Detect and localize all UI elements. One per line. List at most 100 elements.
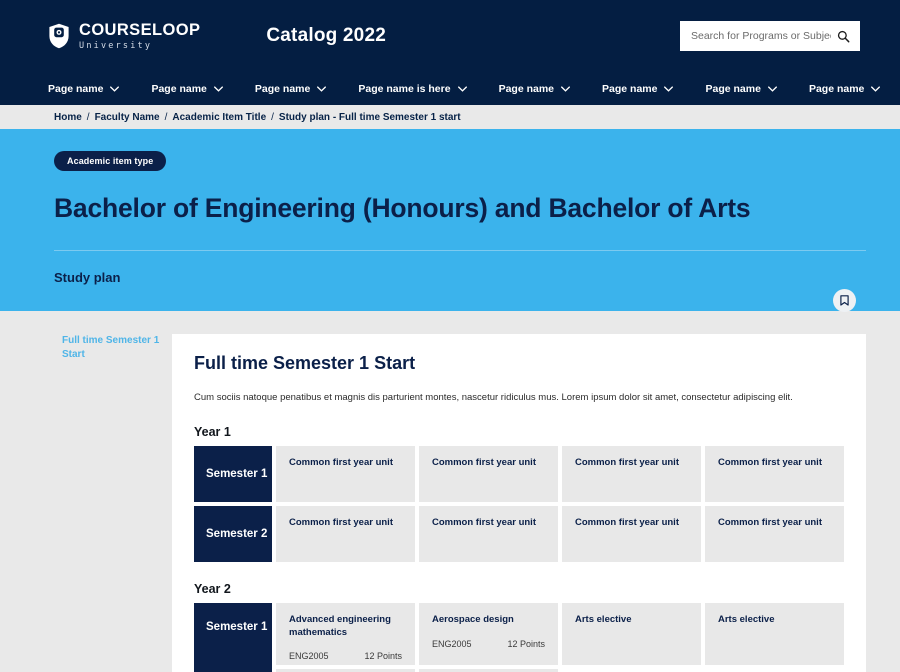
unit-cell[interactable]: Common first year unit [276, 506, 415, 563]
nav-item-2[interactable]: Page name [254, 82, 327, 95]
unit-cell[interactable]: Common first year unit [562, 506, 701, 563]
unit-list: Common first year unit Common first year … [276, 506, 844, 563]
page-root: COURSELOOP University Catalog 2022 Page … [0, 0, 900, 672]
unit-cell[interactable]: Aerospace design ENG2005 12 Points [419, 603, 558, 666]
brand-logo[interactable]: COURSELOOP University [48, 22, 200, 50]
search-icon[interactable] [837, 30, 850, 43]
brand-name: COURSELOOP [79, 21, 201, 39]
unit-cell[interactable]: Advanced engineering mathematics ENG2005 1… [276, 603, 415, 666]
nav-item-4[interactable]: Page name [499, 83, 570, 95]
content-area: Full time Semester 1 Start Full time Sem… [0, 311, 900, 672]
search-container [680, 21, 860, 51]
semester-row: Semester 1 Common first year unit Common f… [194, 446, 844, 503]
study-plan-card: Full time Semester 1 Start Cum sociis na… [172, 334, 866, 672]
unit-name: Common first year unit [575, 457, 679, 469]
chevron-down-icon [213, 85, 223, 92]
hero-divider [54, 250, 866, 251]
breadcrumb-item-3: Study plan - Full time Semester 1 start [278, 111, 461, 123]
unit-name: Arts elective [718, 614, 775, 626]
semester-label: Semester 1 [194, 603, 272, 672]
main-navigation: Page name Page name Page name Page name is … [0, 72, 900, 105]
nav-item-0[interactable]: Page name [48, 82, 120, 95]
semester-row: Semester 2 Common first year unit Common f… [194, 506, 844, 563]
card-description: Cum sociis natoque penatibus et magnis d… [194, 392, 793, 403]
breadcrumb-separator: / [164, 111, 168, 123]
catalog-title: Catalog 2022 [266, 25, 386, 46]
hero-subtitle: Study plan [54, 270, 121, 285]
brand-text: COURSELOOP University [79, 22, 200, 50]
nav-item-label: Page name [808, 82, 865, 95]
unit-meta: ENG2005 12 Points [432, 639, 545, 649]
page-title: Bachelor of Engineering (Honours) and Ba… [54, 193, 751, 223]
unit-cell[interactable]: Common first year unit [419, 446, 558, 503]
unit-points: 12 Points [364, 651, 402, 662]
top-header: COURSELOOP University Catalog 2022 Page … [0, 0, 900, 105]
chevron-down-icon [457, 85, 467, 92]
nav-item-label: Page name [254, 82, 311, 95]
semester-row: Semester 1 Advanced engineering mathemati… [194, 603, 844, 672]
unit-cell[interactable]: Arts elective [705, 603, 844, 666]
nav-item-7[interactable]: Page name [808, 82, 881, 95]
chevron-down-icon [317, 85, 327, 92]
unit-meta: ENG2005 12 Points [289, 651, 402, 661]
unit-name: Common first year unit [575, 517, 679, 529]
unit-points: 12 Points [507, 638, 545, 649]
chevron-down-icon [871, 85, 881, 92]
unit-cell[interactable]: Common first year unit [705, 446, 844, 503]
nav-item-label: Page name [705, 82, 761, 95]
header-primary-row: COURSELOOP University Catalog 2022 [0, 0, 900, 72]
unit-name: Aerospace design [432, 614, 514, 626]
breadcrumb-separator: / [271, 111, 274, 123]
chevron-down-icon [767, 85, 777, 92]
side-navigation: Full time Semester 1 Start [0, 334, 172, 672]
unit-name: Common first year unit [432, 457, 536, 469]
unit-name: Common first year unit [289, 517, 393, 529]
year-heading: Year 2 [194, 582, 231, 597]
search-box[interactable] [680, 21, 860, 51]
search-input[interactable] [691, 30, 831, 42]
year-heading: Year 1 [194, 425, 231, 440]
nav-item-label: Page name [48, 82, 104, 95]
unit-name: Common first year unit [432, 517, 536, 529]
nav-item-label: Page name [498, 82, 555, 95]
nav-item-5[interactable]: Page name [602, 82, 674, 95]
unit-name: Arts elective [575, 614, 632, 626]
bookmark-icon [840, 295, 849, 306]
unit-list: Common first year unit Common first year … [276, 446, 844, 503]
semester-label: Semester 2 [194, 506, 272, 563]
years-container: Year 1 Semester 1 Common first year unit Co… [194, 425, 844, 672]
unit-code: ENG2005 [432, 638, 472, 649]
breadcrumb-bar: Home / Faculty Name / Academic Item Title / St… [0, 105, 900, 129]
nav-item-label: Page name [151, 82, 207, 95]
card-title: Full time Semester 1 Start [194, 353, 416, 373]
unit-code: ENG2005 [289, 651, 329, 662]
unit-name: Common first year unit [718, 457, 822, 469]
breadcrumb-separator: / [86, 111, 90, 123]
unit-name: Advanced engineering mathematics [289, 614, 391, 638]
semester-unit-stack: Advanced engineering mathematics ENG2005 1… [276, 603, 844, 672]
nav-item-label: Page name [602, 82, 658, 95]
breadcrumb-item-2[interactable]: Academic Item Title [172, 112, 266, 123]
hero-section: Academic item type Bachelor of Engineeri… [0, 129, 900, 312]
unit-cell[interactable]: Common first year unit [419, 506, 558, 563]
nav-item-3[interactable]: Page name is here [358, 82, 467, 95]
unit-cell[interactable]: Common first year unit [562, 446, 701, 503]
chevron-down-icon [110, 85, 120, 92]
brand-subtitle: University [79, 40, 153, 51]
nav-item-label: Page name is here [358, 82, 451, 95]
breadcrumb: Home / Faculty Name / Academic Item Title / St… [54, 112, 461, 123]
shield-logo-icon [49, 23, 69, 49]
nav-item-1[interactable]: Page name [151, 82, 223, 95]
breadcrumb-item-0[interactable]: Home [54, 112, 82, 123]
unit-list: Advanced engineering mathematics ENG2005 1… [276, 603, 844, 666]
side-nav-link-0[interactable]: Full time Semester 1 Start [62, 334, 164, 361]
unit-name: Common first year unit [289, 457, 393, 469]
unit-cell[interactable]: Common first year unit [276, 446, 415, 503]
nav-item-6[interactable]: Page name [705, 82, 777, 95]
bookmark-button[interactable] [833, 289, 856, 312]
unit-cell[interactable]: Common first year unit [705, 506, 844, 563]
breadcrumb-item-1[interactable]: Faculty Name [95, 112, 160, 123]
academic-item-type-badge: Academic item type [54, 151, 167, 171]
chevron-down-icon [664, 85, 674, 92]
unit-cell[interactable]: Arts elective [562, 603, 701, 666]
